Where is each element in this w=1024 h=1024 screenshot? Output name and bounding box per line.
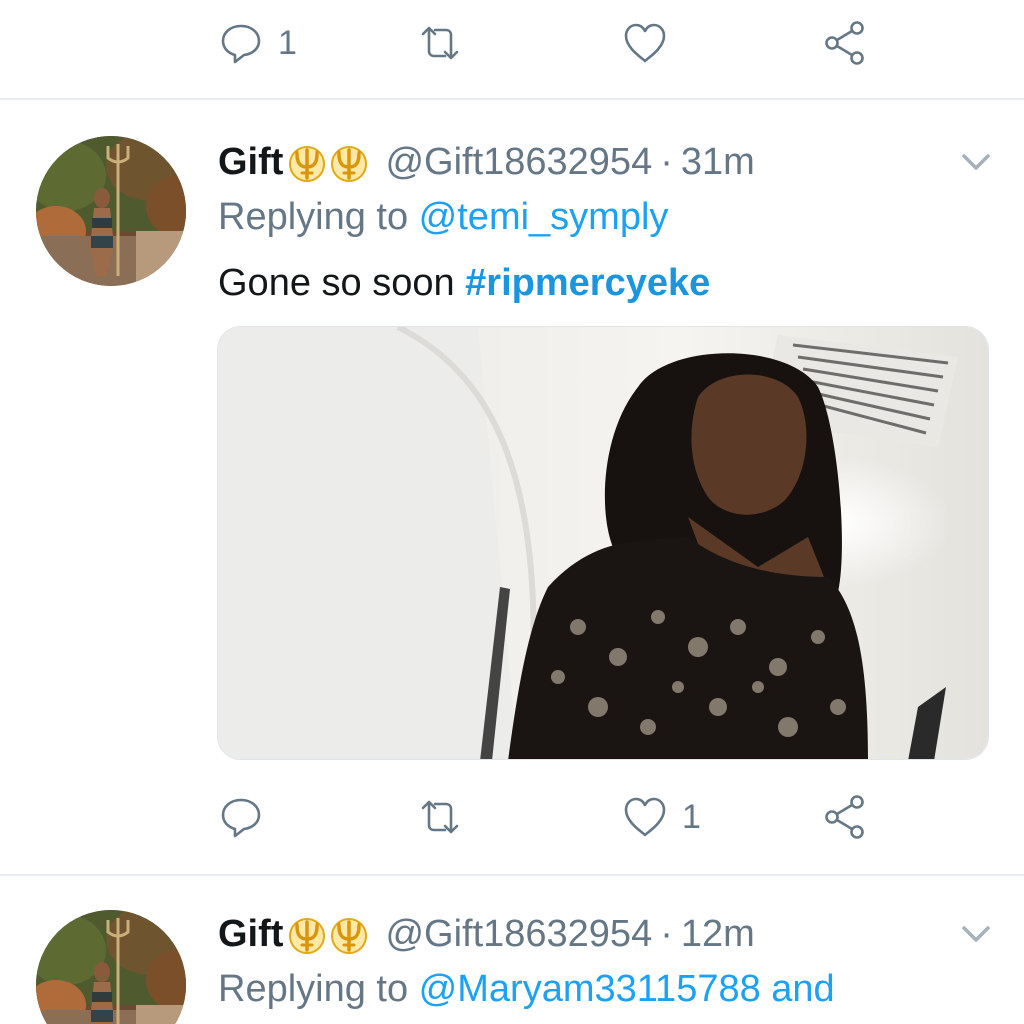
tweet-body: Gone so soon bbox=[218, 262, 466, 304]
timestamp[interactable]: 31m bbox=[681, 141, 755, 184]
name-badges bbox=[287, 914, 371, 954]
retweet-button[interactable] bbox=[415, 13, 477, 73]
name-badges bbox=[287, 142, 371, 182]
avatar[interactable] bbox=[36, 136, 186, 286]
display-name[interactable]: Gift bbox=[218, 141, 283, 184]
reply-count: 1 bbox=[278, 24, 297, 62]
share-icon bbox=[820, 792, 870, 842]
separator-dot: · bbox=[660, 912, 673, 955]
tweet-photo[interactable] bbox=[217, 326, 989, 760]
user-handle[interactable]: @Gift18632954 bbox=[385, 913, 652, 956]
tweet[interactable]: Gift @Gift18632954 · 12m Replying to @Ma… bbox=[0, 908, 1024, 1024]
reply-icon bbox=[216, 18, 266, 68]
avatar[interactable] bbox=[36, 910, 186, 1024]
like-count: 1 bbox=[682, 798, 701, 836]
heart-icon bbox=[620, 792, 670, 842]
retweet-button[interactable] bbox=[415, 787, 477, 847]
mention-link[interactable]: @Maryam33115788 bbox=[419, 968, 761, 1010]
display-name[interactable]: Gift bbox=[218, 913, 283, 956]
tweet-header: Gift @Gift18632954 · 31m bbox=[218, 136, 755, 188]
top-tweet-actions: 1 bbox=[0, 13, 1024, 73]
share-icon bbox=[820, 18, 870, 68]
heart-icon bbox=[620, 18, 670, 68]
separator-dot: · bbox=[660, 140, 673, 183]
tweet-divider bbox=[0, 98, 1024, 100]
tweet-menu-button[interactable] bbox=[956, 914, 996, 954]
retweet-icon bbox=[415, 792, 465, 842]
share-button[interactable] bbox=[820, 787, 870, 847]
like-button[interactable]: 1 bbox=[620, 787, 701, 847]
mention-link[interactable]: @temi_symply bbox=[419, 196, 669, 238]
replying-to: Replying to @temi_symply bbox=[218, 196, 668, 239]
trident-emoji-icon bbox=[329, 914, 369, 954]
reply-icon bbox=[216, 792, 266, 842]
replying-to-label: Replying to bbox=[218, 196, 419, 238]
tweet-text: Gone so soon #ripmercyeke bbox=[218, 262, 710, 305]
mention-more[interactable]: and bbox=[761, 968, 834, 1010]
like-button[interactable] bbox=[620, 13, 682, 73]
share-button[interactable] bbox=[820, 13, 870, 73]
tweet-divider bbox=[0, 874, 1024, 876]
trident-emoji-icon bbox=[329, 142, 369, 182]
timestamp[interactable]: 12m bbox=[681, 913, 755, 956]
chevron-down-icon bbox=[956, 142, 996, 182]
trident-emoji-icon bbox=[287, 142, 327, 182]
reply-button[interactable] bbox=[216, 787, 278, 847]
trident-emoji-icon bbox=[287, 914, 327, 954]
retweet-icon bbox=[415, 18, 465, 68]
user-handle[interactable]: @Gift18632954 bbox=[385, 141, 652, 184]
tweet-menu-button[interactable] bbox=[956, 142, 996, 182]
tweet-header: Gift @Gift18632954 · 12m bbox=[218, 908, 755, 960]
hashtag-link[interactable]: #ripmercyeke bbox=[465, 262, 710, 304]
replying-to: Replying to @Maryam33115788 and bbox=[218, 968, 835, 1011]
reply-button[interactable]: 1 bbox=[216, 13, 297, 73]
tweet-actions: 1 bbox=[0, 787, 1024, 847]
replying-to-label: Replying to bbox=[218, 968, 419, 1010]
chevron-down-icon bbox=[956, 914, 996, 954]
